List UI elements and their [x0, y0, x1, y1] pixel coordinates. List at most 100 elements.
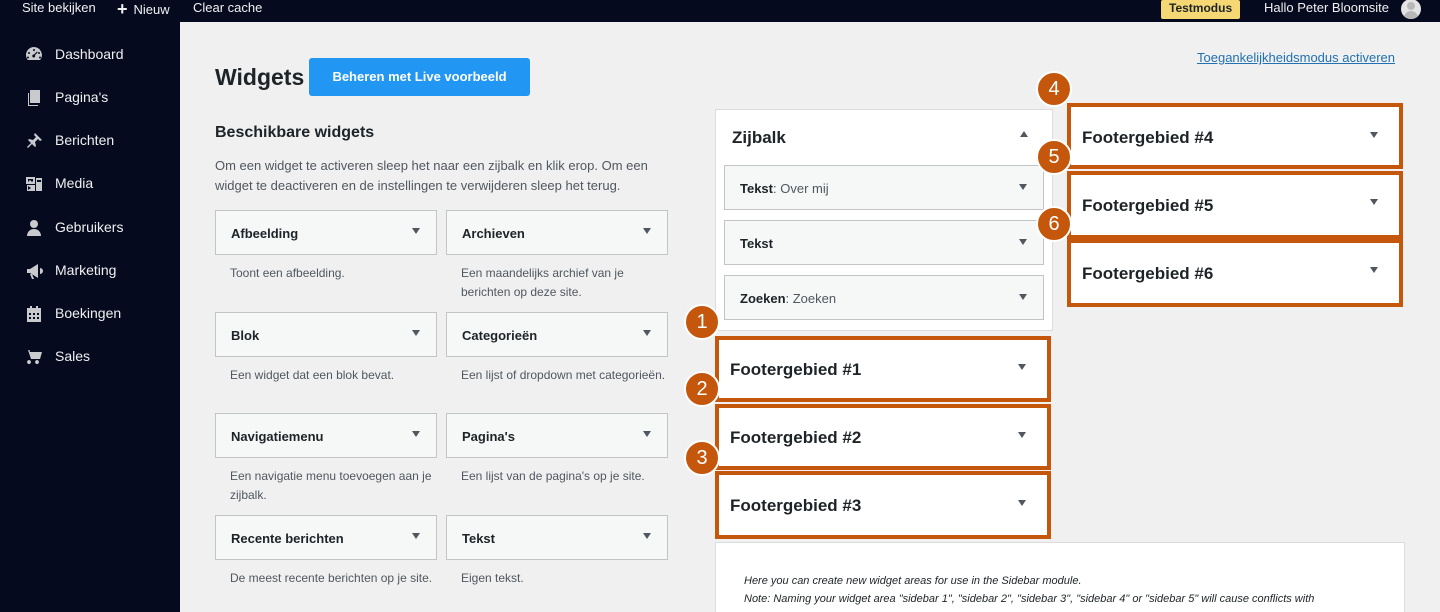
footer-area-title: Footergebied #1 [730, 360, 862, 379]
dashboard-icon [26, 47, 42, 60]
caret-down-icon[interactable] [1019, 184, 1027, 190]
sidebar-item-users[interactable]: Gebruikers [0, 209, 180, 245]
caret-down-icon[interactable] [1018, 500, 1026, 506]
sidebar-item-media[interactable]: Media [0, 165, 180, 201]
cart-icon [25, 350, 42, 365]
widget-name: Tekst [462, 531, 495, 546]
site-view-link[interactable]: Site bekijken [22, 0, 96, 22]
pin-icon [27, 133, 42, 148]
sidebar-item-label: Boekingen [55, 305, 122, 321]
widget-description: Een lijst of dropdown met categorieën. [461, 368, 666, 382]
widget-description: Een navigatie menu toevoegen aan je zijb… [230, 469, 432, 502]
widget-area-note: Here you can create new widget areas for… [715, 542, 1405, 612]
sidebar-item-dashboard[interactable]: Dashboard [0, 36, 180, 72]
widget-description: Toont een afbeelding. [230, 266, 345, 280]
sidebar-area-title: Zijbalk [732, 128, 786, 147]
caret-down-icon[interactable] [1370, 267, 1378, 273]
widget-description: Eigen tekst. [461, 571, 524, 585]
step-badge-3: 3 [684, 440, 720, 476]
available-widgets-description: Om een widget te activeren sleep het naa… [215, 158, 648, 193]
admin-sidebar: Dashboard Pagina's Berichten Media Gebru… [0, 22, 180, 612]
step-badge-5: 5 [1036, 139, 1072, 175]
footer-area-title: Footergebied #5 [1082, 196, 1214, 215]
widget-subtitle: : Over mij [773, 181, 829, 196]
widget-description: Een widget dat een blok bevat. [230, 368, 395, 382]
footer-area-5[interactable]: Footergebied #5 [1067, 171, 1403, 239]
page-title: Widgets [215, 64, 305, 90]
widget-tekst[interactable]: Tekst [446, 515, 668, 560]
clear-cache-link[interactable]: Clear cache [193, 0, 262, 22]
caret-down-icon[interactable] [412, 330, 420, 336]
footer-area-4[interactable]: Footergebied #4 [1067, 103, 1403, 169]
step-badge-1: 1 [684, 304, 720, 340]
step-badge-4: 4 [1036, 71, 1072, 107]
available-widgets-title: Beschikbare widgets [215, 124, 375, 141]
live-preview-button[interactable]: Beheren met Live voorbeeld [309, 58, 530, 96]
widget-name: Tekst [740, 236, 773, 251]
sidebar-item-bookings[interactable]: Boekingen [0, 295, 180, 331]
caret-down-icon[interactable] [412, 533, 420, 539]
sidebar-item-label: Pagina's [55, 89, 109, 105]
widget-navigatiemenu[interactable]: Navigatiemenu [215, 413, 437, 458]
caret-down-icon[interactable] [412, 431, 420, 437]
footer-area-1[interactable]: Footergebied #1 [715, 336, 1051, 402]
footer-area-6[interactable]: Footergebied #6 [1067, 239, 1403, 307]
sidebar-item-label: Media [55, 175, 94, 191]
sidebar-item-label: Dashboard [55, 46, 124, 62]
sidebar-item-pages[interactable]: Pagina's [0, 79, 180, 115]
test-mode-badge[interactable]: Testmodus [1161, 0, 1241, 19]
pages-icon [28, 90, 40, 106]
caret-down-icon[interactable] [1370, 199, 1378, 205]
note-line-1: Here you can create new widget areas for… [744, 575, 1082, 587]
footer-area-title: Footergebied #4 [1082, 128, 1214, 147]
sidebar-area-zijbalk[interactable]: Zijbalk Tekst: Over mij Tekst Zoeken: Zo… [715, 109, 1053, 331]
footer-area-3[interactable]: Footergebied #3 [715, 471, 1051, 539]
user-greeting[interactable]: Hallo Peter Bloomsite [1264, 0, 1389, 22]
calendar-icon [27, 306, 41, 322]
megaphone-icon [27, 264, 43, 279]
caret-down-icon[interactable] [643, 431, 651, 437]
widget-name: Pagina's [462, 429, 515, 444]
widget-description: Een lijst van de pagina's op je site. [461, 469, 645, 483]
widget-paginas[interactable]: Pagina's [446, 413, 668, 458]
zijbalk-widget-tekst[interactable]: Tekst [724, 220, 1044, 265]
widget-subtitle: : Zoeken [785, 291, 837, 306]
media-icon [26, 177, 42, 191]
sidebar-item-marketing[interactable]: Marketing [0, 252, 180, 288]
accessibility-mode-link[interactable]: Toegankelijkheidsmodus activeren [1197, 50, 1395, 65]
widget-categorieen[interactable]: Categorieën [446, 312, 668, 357]
step-badge-6: 6 [1036, 206, 1072, 242]
widget-blok[interactable]: Blok [215, 312, 437, 357]
footer-area-2[interactable]: Footergebied #2 [715, 404, 1051, 470]
zijbalk-widget-zoeken[interactable]: Zoeken: Zoeken [724, 275, 1044, 320]
caret-down-icon[interactable] [1019, 294, 1027, 300]
widget-name: Afbeelding [231, 226, 299, 241]
widget-name: Zoeken [740, 291, 786, 306]
caret-down-icon[interactable] [412, 228, 420, 234]
widget-recente-berichten[interactable]: Recente berichten [215, 515, 437, 560]
caret-up-icon[interactable] [1020, 131, 1028, 137]
caret-down-icon[interactable] [1018, 364, 1026, 370]
sidebar-item-label: Sales [55, 348, 91, 364]
widget-name: Navigatiemenu [231, 429, 324, 444]
caret-down-icon[interactable] [643, 533, 651, 539]
caret-down-icon[interactable] [1370, 132, 1378, 138]
widget-name: Archieven [462, 226, 525, 241]
widget-name: Blok [231, 328, 260, 343]
zijbalk-widget-tekst-over-mij[interactable]: Tekst: Over mij [724, 165, 1044, 210]
sidebar-item-posts[interactable]: Berichten [0, 122, 180, 158]
footer-area-title: Footergebied #6 [1082, 264, 1214, 283]
caret-down-icon[interactable] [1019, 239, 1027, 245]
caret-down-icon[interactable] [643, 330, 651, 336]
widget-archieven[interactable]: Archieven [446, 210, 668, 255]
caret-down-icon[interactable] [1018, 432, 1026, 438]
caret-down-icon[interactable] [643, 228, 651, 234]
widget-description: De meest recente berichten op je site. [230, 571, 433, 585]
widget-afbeelding[interactable]: Afbeelding [215, 210, 437, 255]
new-button[interactable]: + Nieuw [117, 0, 170, 22]
avatar[interactable] [1401, 0, 1421, 19]
sidebar-item-sales[interactable]: Sales [0, 338, 180, 374]
widget-name: Tekst [740, 181, 773, 196]
sidebar-item-label: Gebruikers [55, 219, 124, 235]
widget-description: Een maandelijks archief van je berichten… [461, 266, 624, 299]
